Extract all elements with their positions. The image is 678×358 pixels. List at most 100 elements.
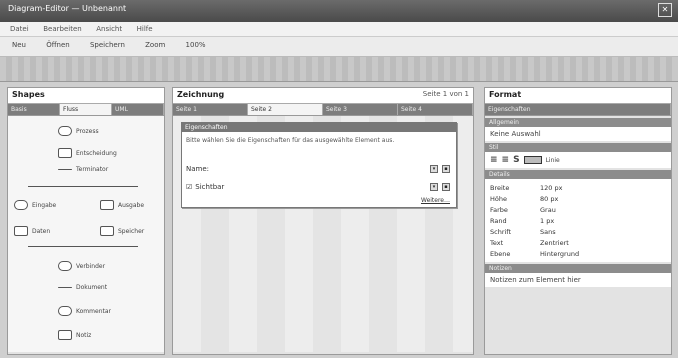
palette-shape[interactable]: Entscheidung [58, 148, 117, 158]
palette-shape[interactable]: Dokument [58, 284, 107, 291]
prop-row[interactable]: Farbe Grau [490, 204, 666, 215]
visible-checkbox-row[interactable]: ☑ Sichtbar [186, 183, 224, 191]
canvas-area[interactable]: Eigenschaften Bitte wählen Sie die Eigen… [173, 116, 473, 352]
prop-key: Rand [490, 216, 507, 225]
shape-icon [14, 226, 28, 236]
canvas-title: Zeichnung [177, 90, 225, 99]
chevron-down-icon[interactable]: ▾ [430, 183, 438, 191]
tab-page-3[interactable]: Seite 3 [323, 104, 398, 115]
page-tabs: Seite 1 Seite 2 Seite 3 Seite 4 [173, 104, 473, 116]
shape-label: Daten [32, 227, 51, 235]
prop-row[interactable]: Schrift Sans [490, 226, 666, 237]
prop-key: Schrift [490, 227, 512, 236]
shape-icon [58, 306, 72, 316]
prop-value: Grau [540, 205, 556, 214]
zoom-level[interactable]: 100% [186, 41, 206, 49]
options-icon[interactable]: ▪ [442, 165, 450, 173]
open-button[interactable]: Öffnen [46, 41, 70, 49]
tab-basic[interactable]: Basis [8, 104, 60, 115]
shape-label: Dokument [76, 284, 108, 291]
properties-dialog: Eigenschaften Bitte wählen Sie die Eigen… [181, 122, 457, 208]
prop-row[interactable]: Breite 120 px [490, 182, 666, 193]
more-link[interactable]: Weitere… [421, 197, 450, 204]
tab-page-2[interactable]: Seite 2 [248, 104, 323, 115]
shape-label: Terminator [76, 166, 109, 173]
shape-label: Eingabe [32, 201, 57, 209]
menu-bar: Datei Bearbeiten Ansicht Hilfe [0, 22, 678, 37]
new-button[interactable]: Neu [12, 41, 26, 49]
shape-icon [58, 126, 72, 136]
section-general[interactable]: Allgemein [485, 118, 671, 127]
tab-page-1[interactable]: Seite 1 [173, 104, 248, 115]
shape-label: Speicher [118, 227, 145, 235]
shape-icon [58, 261, 72, 271]
general-body: Keine Auswahl [485, 127, 671, 141]
shape-icon [58, 287, 72, 288]
ribbon-band [0, 57, 678, 82]
menu-item-file[interactable]: Datei [10, 25, 29, 33]
prop-key: Text [490, 238, 504, 247]
section-style[interactable]: Stil [485, 143, 671, 152]
palette-shape[interactable]: Daten [14, 226, 50, 236]
save-button[interactable]: Speichern [90, 41, 125, 49]
prop-row[interactable]: Höhe 80 px [490, 193, 666, 204]
checkbox-icon[interactable]: ☑ [186, 183, 192, 191]
tab-uml[interactable]: UML [112, 104, 164, 115]
name-field-label: Name: [186, 165, 210, 173]
section-details[interactable]: Details [485, 170, 671, 179]
palette-shape[interactable]: Eingabe [14, 200, 56, 210]
palette-title: Shapes [12, 90, 45, 99]
palette-shape[interactable]: Terminator [58, 166, 108, 173]
format-title: Format [489, 90, 522, 99]
options-icon[interactable]: ▪ [442, 183, 450, 191]
format-panel: Format Eigenschaften Allgemein Keine Aus… [484, 87, 672, 355]
format-header: Format [485, 88, 671, 104]
menu-item-help[interactable]: Hilfe [137, 25, 153, 33]
close-icon[interactable]: ✕ [658, 3, 672, 17]
dialog-text: Bitte wählen Sie die Eigenschaften für d… [186, 137, 395, 144]
shape-label: Ausgabe [118, 201, 145, 209]
style-body: ≡ ≡ S Linie [485, 152, 671, 168]
palette-shape[interactable]: Speicher [100, 226, 144, 236]
name-field-row[interactable]: Name: [186, 165, 209, 173]
window-title: Diagram-Editor — Unbenannt [8, 4, 127, 13]
prop-value: Zentriert [540, 238, 569, 247]
shape-label: Verbinder [76, 262, 106, 270]
prop-row[interactable]: Rand 1 px [490, 215, 666, 226]
tab-properties[interactable]: Eigenschaften [485, 104, 671, 115]
shape-label: Entscheidung [76, 149, 117, 157]
align-icon[interactable]: ≡ [502, 155, 510, 165]
prop-value: Hintergrund [540, 249, 580, 258]
app-window: Diagram-Editor — Unbenannt ✕ Datei Bearb… [0, 0, 678, 358]
title-bar: Diagram-Editor — Unbenannt ✕ [0, 0, 678, 22]
palette-shape[interactable]: Kommentar [58, 306, 111, 316]
prop-row[interactable]: Ebene Hintergrund [490, 248, 666, 259]
general-text: Keine Auswahl [490, 130, 541, 138]
notes-text: Notizen zum Element hier [490, 276, 581, 284]
divider [28, 186, 138, 187]
menu-item-edit[interactable]: Bearbeiten [43, 25, 81, 33]
shape-icon [58, 330, 72, 340]
menu-item-view[interactable]: Ansicht [96, 25, 122, 33]
palette-shape[interactable]: Ausgabe [100, 200, 144, 210]
shape-icon [100, 200, 114, 210]
shape-palette: Shapes Basis Fluss UML Prozess Entscheid… [7, 87, 165, 355]
tab-page-4[interactable]: Seite 4 [398, 104, 473, 115]
zoom-button[interactable]: Zoom [145, 41, 165, 49]
shape-label: Prozess [76, 127, 99, 135]
tab-flow[interactable]: Fluss [60, 104, 112, 115]
palette-shape[interactable]: Prozess [58, 126, 99, 136]
palette-shape[interactable]: Verbinder [58, 261, 105, 271]
palette-shape[interactable]: Notiz [58, 330, 91, 340]
shape-icon [14, 200, 28, 210]
line-style-icon[interactable]: ≡ [490, 155, 498, 165]
fill-color-swatch[interactable] [523, 156, 542, 164]
text-size-icon[interactable]: S [513, 155, 519, 165]
prop-key: Höhe [490, 194, 507, 203]
prop-key: Breite [490, 183, 510, 192]
shape-label: Notiz [76, 331, 92, 339]
prop-row[interactable]: Text Zentriert [490, 237, 666, 248]
chevron-down-icon[interactable]: ▾ [430, 165, 438, 173]
page-indicator: Seite 1 von 1 [422, 90, 469, 98]
section-notes[interactable]: Notizen [485, 264, 671, 273]
